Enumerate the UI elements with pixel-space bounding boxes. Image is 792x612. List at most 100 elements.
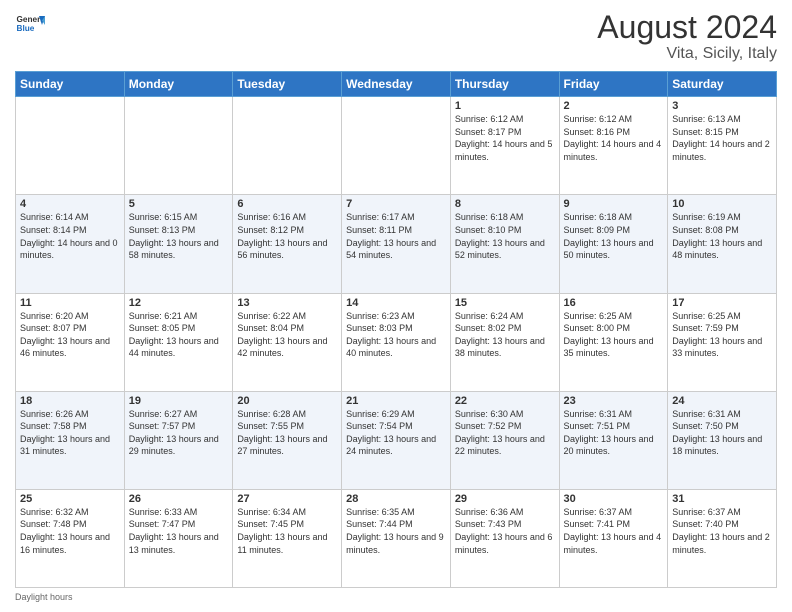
week-row-1: 1Sunrise: 6:12 AMSunset: 8:17 PMDaylight… <box>16 97 777 195</box>
daylight-label: Daylight hours <box>15 592 73 602</box>
day-number: 27 <box>237 493 337 505</box>
calendar-cell-4-6: 31Sunrise: 6:37 AMSunset: 7:40 PMDayligh… <box>668 489 777 587</box>
header-monday: Monday <box>124 72 233 97</box>
day-info: Sunrise: 6:21 AMSunset: 8:05 PMDaylight:… <box>129 310 229 360</box>
header-tuesday: Tuesday <box>233 72 342 97</box>
calendar-cell-1-1: 5Sunrise: 6:15 AMSunset: 8:13 PMDaylight… <box>124 195 233 293</box>
day-info: Sunrise: 6:37 AMSunset: 7:41 PMDaylight:… <box>564 506 664 556</box>
page-header: General Blue August 2024 Vita, Sicily, I… <box>15 10 777 63</box>
calendar-cell-1-5: 9Sunrise: 6:18 AMSunset: 8:09 PMDaylight… <box>559 195 668 293</box>
calendar-cell-2-3: 14Sunrise: 6:23 AMSunset: 8:03 PMDayligh… <box>342 293 451 391</box>
day-number: 23 <box>564 395 664 407</box>
day-info: Sunrise: 6:26 AMSunset: 7:58 PMDaylight:… <box>20 408 120 458</box>
calendar-cell-3-1: 19Sunrise: 6:27 AMSunset: 7:57 PMDayligh… <box>124 391 233 489</box>
calendar-cell-0-1 <box>124 97 233 195</box>
day-info: Sunrise: 6:15 AMSunset: 8:13 PMDaylight:… <box>129 211 229 261</box>
header-sunday: Sunday <box>16 72 125 97</box>
day-number: 24 <box>672 395 772 407</box>
day-info: Sunrise: 6:28 AMSunset: 7:55 PMDaylight:… <box>237 408 337 458</box>
day-info: Sunrise: 6:32 AMSunset: 7:48 PMDaylight:… <box>20 506 120 556</box>
calendar-cell-3-4: 22Sunrise: 6:30 AMSunset: 7:52 PMDayligh… <box>450 391 559 489</box>
calendar-cell-0-3 <box>342 97 451 195</box>
calendar-cell-3-0: 18Sunrise: 6:26 AMSunset: 7:58 PMDayligh… <box>16 391 125 489</box>
calendar-cell-2-0: 11Sunrise: 6:20 AMSunset: 8:07 PMDayligh… <box>16 293 125 391</box>
calendar-header-row: SundayMondayTuesdayWednesdayThursdayFrid… <box>16 72 777 97</box>
calendar-cell-1-0: 4Sunrise: 6:14 AMSunset: 8:14 PMDaylight… <box>16 195 125 293</box>
calendar-cell-1-2: 6Sunrise: 6:16 AMSunset: 8:12 PMDaylight… <box>233 195 342 293</box>
calendar-cell-3-3: 21Sunrise: 6:29 AMSunset: 7:54 PMDayligh… <box>342 391 451 489</box>
calendar-table: SundayMondayTuesdayWednesdayThursdayFrid… <box>15 71 777 588</box>
day-info: Sunrise: 6:25 AMSunset: 7:59 PMDaylight:… <box>672 310 772 360</box>
header-friday: Friday <box>559 72 668 97</box>
day-number: 19 <box>129 395 229 407</box>
calendar-cell-3-5: 23Sunrise: 6:31 AMSunset: 7:51 PMDayligh… <box>559 391 668 489</box>
day-info: Sunrise: 6:12 AMSunset: 8:16 PMDaylight:… <box>564 113 664 163</box>
day-info: Sunrise: 6:24 AMSunset: 8:02 PMDaylight:… <box>455 310 555 360</box>
calendar-cell-2-6: 17Sunrise: 6:25 AMSunset: 7:59 PMDayligh… <box>668 293 777 391</box>
day-number: 15 <box>455 297 555 309</box>
header-right: August 2024 Vita, Sicily, Italy <box>597 10 777 63</box>
calendar-cell-0-0 <box>16 97 125 195</box>
calendar-cell-1-3: 7Sunrise: 6:17 AMSunset: 8:11 PMDaylight… <box>342 195 451 293</box>
day-info: Sunrise: 6:29 AMSunset: 7:54 PMDaylight:… <box>346 408 446 458</box>
day-info: Sunrise: 6:23 AMSunset: 8:03 PMDaylight:… <box>346 310 446 360</box>
day-number: 13 <box>237 297 337 309</box>
day-info: Sunrise: 6:16 AMSunset: 8:12 PMDaylight:… <box>237 211 337 261</box>
calendar-cell-3-6: 24Sunrise: 6:31 AMSunset: 7:50 PMDayligh… <box>668 391 777 489</box>
day-number: 26 <box>129 493 229 505</box>
logo: General Blue <box>15 10 45 40</box>
calendar-cell-0-2 <box>233 97 342 195</box>
calendar-cell-2-4: 15Sunrise: 6:24 AMSunset: 8:02 PMDayligh… <box>450 293 559 391</box>
day-number: 9 <box>564 198 664 210</box>
calendar-cell-0-5: 2Sunrise: 6:12 AMSunset: 8:16 PMDaylight… <box>559 97 668 195</box>
day-number: 30 <box>564 493 664 505</box>
calendar-cell-4-1: 26Sunrise: 6:33 AMSunset: 7:47 PMDayligh… <box>124 489 233 587</box>
day-info: Sunrise: 6:13 AMSunset: 8:15 PMDaylight:… <box>672 113 772 163</box>
calendar-cell-4-2: 27Sunrise: 6:34 AMSunset: 7:45 PMDayligh… <box>233 489 342 587</box>
day-info: Sunrise: 6:27 AMSunset: 7:57 PMDaylight:… <box>129 408 229 458</box>
footer: Daylight hours <box>15 592 777 602</box>
day-number: 14 <box>346 297 446 309</box>
day-number: 18 <box>20 395 120 407</box>
day-number: 25 <box>20 493 120 505</box>
header-thursday: Thursday <box>450 72 559 97</box>
day-info: Sunrise: 6:34 AMSunset: 7:45 PMDaylight:… <box>237 506 337 556</box>
day-number: 5 <box>129 198 229 210</box>
day-info: Sunrise: 6:14 AMSunset: 8:14 PMDaylight:… <box>20 211 120 261</box>
day-number: 12 <box>129 297 229 309</box>
calendar-cell-1-4: 8Sunrise: 6:18 AMSunset: 8:10 PMDaylight… <box>450 195 559 293</box>
day-number: 21 <box>346 395 446 407</box>
day-info: Sunrise: 6:33 AMSunset: 7:47 PMDaylight:… <box>129 506 229 556</box>
day-info: Sunrise: 6:17 AMSunset: 8:11 PMDaylight:… <box>346 211 446 261</box>
calendar-cell-1-6: 10Sunrise: 6:19 AMSunset: 8:08 PMDayligh… <box>668 195 777 293</box>
day-info: Sunrise: 6:31 AMSunset: 7:51 PMDaylight:… <box>564 408 664 458</box>
calendar-cell-0-6: 3Sunrise: 6:13 AMSunset: 8:15 PMDaylight… <box>668 97 777 195</box>
day-info: Sunrise: 6:20 AMSunset: 8:07 PMDaylight:… <box>20 310 120 360</box>
day-number: 3 <box>672 100 772 112</box>
day-info: Sunrise: 6:18 AMSunset: 8:09 PMDaylight:… <box>564 211 664 261</box>
day-number: 4 <box>20 198 120 210</box>
calendar-cell-3-2: 20Sunrise: 6:28 AMSunset: 7:55 PMDayligh… <box>233 391 342 489</box>
day-number: 22 <box>455 395 555 407</box>
week-row-4: 18Sunrise: 6:26 AMSunset: 7:58 PMDayligh… <box>16 391 777 489</box>
logo-icon: General Blue <box>15 10 45 40</box>
calendar-cell-2-5: 16Sunrise: 6:25 AMSunset: 8:00 PMDayligh… <box>559 293 668 391</box>
day-info: Sunrise: 6:30 AMSunset: 7:52 PMDaylight:… <box>455 408 555 458</box>
week-row-2: 4Sunrise: 6:14 AMSunset: 8:14 PMDaylight… <box>16 195 777 293</box>
calendar-cell-2-1: 12Sunrise: 6:21 AMSunset: 8:05 PMDayligh… <box>124 293 233 391</box>
day-info: Sunrise: 6:25 AMSunset: 8:00 PMDaylight:… <box>564 310 664 360</box>
week-row-3: 11Sunrise: 6:20 AMSunset: 8:07 PMDayligh… <box>16 293 777 391</box>
calendar-cell-4-5: 30Sunrise: 6:37 AMSunset: 7:41 PMDayligh… <box>559 489 668 587</box>
month-title: August 2024 <box>597 10 777 45</box>
day-info: Sunrise: 6:22 AMSunset: 8:04 PMDaylight:… <box>237 310 337 360</box>
day-number: 28 <box>346 493 446 505</box>
day-number: 7 <box>346 198 446 210</box>
day-number: 16 <box>564 297 664 309</box>
day-number: 20 <box>237 395 337 407</box>
day-info: Sunrise: 6:12 AMSunset: 8:17 PMDaylight:… <box>455 113 555 163</box>
day-info: Sunrise: 6:37 AMSunset: 7:40 PMDaylight:… <box>672 506 772 556</box>
day-info: Sunrise: 6:31 AMSunset: 7:50 PMDaylight:… <box>672 408 772 458</box>
day-number: 6 <box>237 198 337 210</box>
day-number: 1 <box>455 100 555 112</box>
day-info: Sunrise: 6:18 AMSunset: 8:10 PMDaylight:… <box>455 211 555 261</box>
